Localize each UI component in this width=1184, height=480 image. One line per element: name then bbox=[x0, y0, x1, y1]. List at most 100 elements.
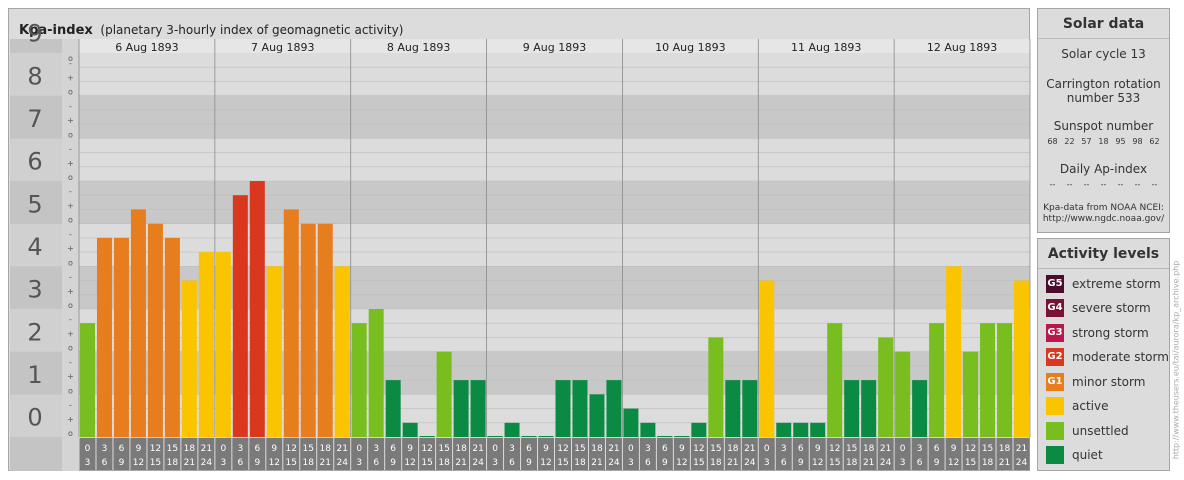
day-label: 6 Aug 1893 bbox=[115, 41, 178, 54]
solar-data-panel: Solar data Solar cycle 13 Carrington rot… bbox=[1037, 8, 1170, 233]
y-minor-label: - bbox=[69, 315, 72, 324]
slot-label-top: 18 bbox=[999, 444, 1011, 454]
legend-label: active bbox=[1072, 399, 1109, 413]
side-url: http://www.theusers.eu/tai/aurora/kp_arc… bbox=[1171, 250, 1181, 470]
y-minor-label: o bbox=[68, 173, 73, 182]
slot-label-top: 9 bbox=[679, 444, 685, 454]
slot-label-bottom: 6 bbox=[102, 458, 108, 468]
y-minor-label: o bbox=[68, 301, 73, 310]
y-tick-label: 6 bbox=[27, 148, 42, 176]
kpa-bar bbox=[708, 337, 724, 437]
slot-label-top: 12 bbox=[693, 444, 704, 454]
slot-label-top: 9 bbox=[136, 444, 142, 454]
legend-item: quiet bbox=[1046, 446, 1103, 465]
kpa-bar bbox=[80, 323, 95, 437]
slot-label-top: 0 bbox=[85, 444, 91, 454]
kpa-bar bbox=[759, 280, 775, 437]
kpa-bar bbox=[300, 223, 316, 437]
slot-label-top: 18 bbox=[455, 444, 467, 454]
sunspot-values: 68 22 57 18 95 98 62 bbox=[1038, 137, 1169, 146]
kpa-chart-panel: Kpa-index (planetary 3-hourly index of g… bbox=[8, 8, 1031, 471]
slot-label-bottom: 15 bbox=[150, 458, 161, 468]
kpa-bar bbox=[249, 181, 265, 437]
slot-label-top: 3 bbox=[917, 444, 923, 454]
slot-label-top: 6 bbox=[526, 444, 532, 454]
y-minor-label: - bbox=[69, 230, 72, 239]
y-minor-label: + bbox=[67, 201, 74, 210]
kpa-bar bbox=[453, 380, 469, 437]
slot-label-bottom: 12 bbox=[133, 458, 144, 468]
kpa-bar bbox=[283, 209, 299, 437]
y-minor-label: o bbox=[68, 386, 73, 395]
sunspot-value: 22 bbox=[1064, 137, 1075, 146]
slot-label-bottom: 24 bbox=[201, 458, 213, 468]
kpa-bar bbox=[317, 223, 333, 437]
kpa-bar bbox=[572, 380, 588, 437]
kpa-bar bbox=[402, 422, 418, 437]
sunspot-value: 62 bbox=[1149, 137, 1160, 146]
y-tick-label: 3 bbox=[27, 276, 42, 304]
slot-label-top: 9 bbox=[407, 444, 413, 454]
slot-label-bottom: 3 bbox=[220, 458, 226, 468]
kpa-bar bbox=[776, 422, 792, 437]
slot-label-bottom: 9 bbox=[119, 458, 125, 468]
legend-label: unsettled bbox=[1072, 423, 1129, 438]
side-url-text: http://www.theusers.eu/tai/aurora/kp_arc… bbox=[1171, 260, 1181, 460]
slot-label-bottom: 6 bbox=[645, 458, 651, 468]
legend-label: quiet bbox=[1072, 448, 1103, 462]
kpa-bar bbox=[266, 266, 282, 437]
kpa-bar bbox=[742, 380, 758, 437]
carrington-line1: Carrington rotation bbox=[1046, 77, 1161, 91]
slot-label-bottom: 9 bbox=[934, 458, 940, 468]
source-line1: Kpa-data from NOAA NCEI: bbox=[1043, 203, 1164, 213]
sunspot-value: 57 bbox=[1081, 137, 1092, 146]
slot-label-bottom: 12 bbox=[676, 458, 687, 468]
kpa-bar bbox=[555, 380, 571, 437]
kpa-bar bbox=[810, 422, 826, 437]
slot-label-bottom: 9 bbox=[390, 458, 396, 468]
solar-cycle: Solar cycle 13 bbox=[1061, 47, 1146, 61]
slot-label-bottom: 9 bbox=[662, 458, 668, 468]
kpa-bar bbox=[164, 237, 180, 437]
slot-label-bottom: 18 bbox=[982, 458, 994, 468]
y-minor-label: - bbox=[69, 273, 72, 282]
y-tick-label: 8 bbox=[27, 62, 42, 90]
solar-data-title: Solar data bbox=[1038, 9, 1169, 39]
kpa-bar bbox=[504, 422, 520, 437]
kpa-bar bbox=[368, 309, 384, 437]
slot-label-top: 6 bbox=[798, 444, 804, 454]
y-minor-label: o bbox=[68, 429, 73, 438]
y-minor-label: + bbox=[67, 73, 74, 82]
kpa-bar bbox=[895, 351, 911, 437]
kpa-bar bbox=[997, 323, 1013, 437]
legend-item: unsettled bbox=[1046, 421, 1129, 440]
slot-label-bottom: 9 bbox=[798, 458, 804, 468]
ap-value: -- bbox=[1066, 180, 1073, 189]
y-minor-label: o bbox=[68, 344, 73, 353]
slot-label-bottom: 24 bbox=[880, 458, 892, 468]
slot-label-bottom: 12 bbox=[812, 458, 823, 468]
legend-label: moderate storm bbox=[1072, 350, 1169, 364]
slot-label-top: 3 bbox=[781, 444, 787, 454]
slot-label-bottom: 15 bbox=[965, 458, 976, 468]
kpa-bar bbox=[385, 380, 401, 437]
slot-label-top: 0 bbox=[356, 444, 362, 454]
legend-swatch: G5 bbox=[1046, 274, 1064, 293]
y-minor-label: + bbox=[67, 372, 74, 381]
slot-label-bottom: 18 bbox=[167, 458, 179, 468]
kpa-bar-zero bbox=[419, 436, 435, 437]
kpa-bar bbox=[980, 323, 996, 437]
legend-swatch: G4 bbox=[1046, 299, 1064, 317]
slot-label-top: 18 bbox=[184, 444, 196, 454]
y-minor-label: o bbox=[68, 54, 73, 63]
slot-label-bottom: 18 bbox=[438, 458, 450, 468]
slot-label-bottom: 21 bbox=[999, 458, 1010, 468]
kpa-bar bbox=[470, 380, 486, 437]
slot-label-bottom: 3 bbox=[900, 458, 906, 468]
slot-label-top: 12 bbox=[557, 444, 568, 454]
activity-levels-panel: Activity levels G5 extreme storm G4 severe … bbox=[1037, 238, 1170, 471]
slot-label-bottom: 3 bbox=[628, 458, 634, 468]
activity-levels-title: Activity levels bbox=[1038, 239, 1169, 269]
slot-label-bottom: 21 bbox=[727, 458, 738, 468]
kpa-bar bbox=[691, 422, 707, 437]
